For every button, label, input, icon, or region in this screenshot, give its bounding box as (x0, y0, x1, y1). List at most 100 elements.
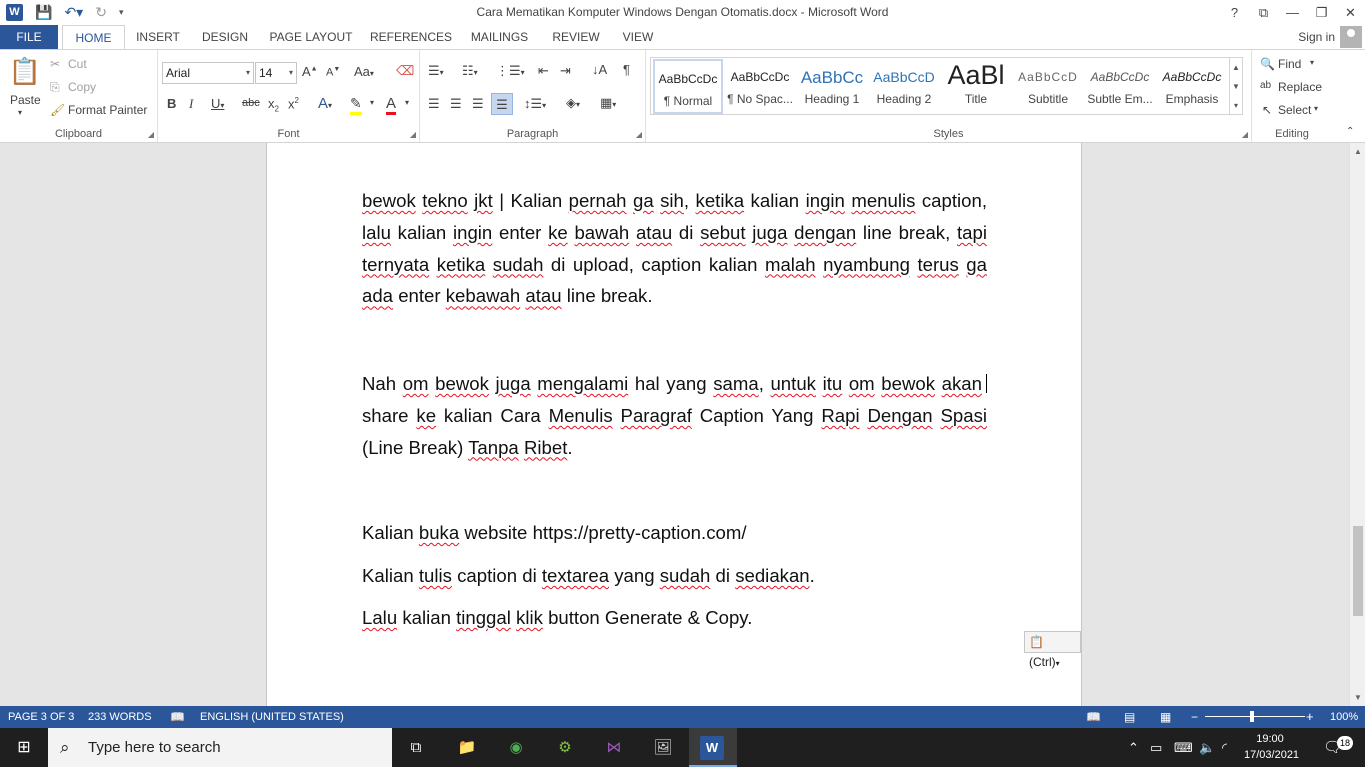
paragraph-step-3[interactable]: Lalu kalian tinggal klik button Generate… (362, 602, 987, 634)
numbering-icon[interactable]: ☷▾ (462, 63, 478, 79)
borders-icon[interactable]: ▦▾ (600, 95, 616, 111)
grow-font-icon[interactable]: A▲ (302, 64, 318, 79)
style-heading-1[interactable]: AaBbCc Heading 1 (797, 59, 867, 114)
cut-button[interactable]: Cut (68, 57, 87, 71)
line-spacing-icon[interactable]: ↕☰▾ (524, 96, 546, 112)
font-size-combo[interactable]: 14 ▾ (255, 62, 297, 84)
select-button[interactable]: Select (1278, 103, 1311, 117)
visual-studio-icon[interactable]: ⋈ (602, 736, 626, 760)
change-case-icon[interactable]: Aa▾ (354, 64, 374, 79)
ribbon-display-options-button[interactable]: ⧉ (1249, 0, 1278, 25)
scroll-down-icon[interactable]: ▼ (1350, 693, 1365, 702)
font-launcher-icon[interactable]: ◢ (410, 130, 416, 139)
replace-button[interactable]: Replace (1278, 80, 1322, 94)
photos-icon[interactable]: 🖼 (651, 736, 675, 760)
font-name-combo[interactable]: Arial ▾ (162, 62, 254, 84)
bold-icon[interactable]: B (167, 96, 176, 111)
clear-formatting-icon[interactable]: ⌫ (396, 63, 414, 79)
chevron-up-icon[interactable]: ⌃ (1128, 728, 1139, 767)
help-button[interactable]: ? (1220, 0, 1249, 25)
styles-scroll-down-icon[interactable]: ▼ (1229, 77, 1242, 96)
bullets-icon[interactable]: ☰▾ (428, 63, 444, 79)
paragraph-step-2[interactable]: Kalian tulis caption di textarea yang su… (362, 560, 987, 592)
style-heading-2[interactable]: AaBbCcD Heading 2 (869, 59, 939, 114)
vertical-scrollbar[interactable]: ▲ ▼ (1349, 143, 1365, 706)
zoom-level[interactable]: 100% (1330, 706, 1358, 728)
ime-icon[interactable]: ⌨ (1174, 728, 1193, 767)
font-color-dropdown-icon[interactable]: ▾ (405, 98, 409, 107)
shading-icon[interactable]: ◈▾ (566, 95, 580, 111)
align-right-icon[interactable]: ☰ (472, 96, 484, 112)
page-count[interactable]: PAGE 3 OF 3 (8, 706, 74, 728)
font-color-icon[interactable]: A (386, 95, 397, 115)
paragraph-launcher-icon[interactable]: ◢ (636, 130, 642, 139)
underline-icon[interactable]: U▾ (211, 96, 224, 111)
text-effects-icon[interactable]: A▾ (318, 95, 332, 112)
zoom-out-icon[interactable]: − (1191, 706, 1198, 728)
style-subtle-emphasis[interactable]: AaBbCcDc Subtle Em... (1085, 59, 1155, 114)
wifi-icon[interactable]: ◜ (1222, 728, 1227, 767)
tab-file[interactable]: FILE (0, 25, 58, 49)
task-view-icon[interactable]: ⧉ (404, 736, 428, 760)
avatar[interactable] (1340, 26, 1362, 48)
style-normal[interactable]: AaBbCcDc ¶ Normal (653, 59, 723, 114)
style-title[interactable]: AaBl Title (941, 59, 1011, 114)
paragraph-nah[interactable]: Nah om bewok juga mengalami hal yang sam… (362, 368, 987, 463)
find-dropdown-icon[interactable]: ▾ (1310, 58, 1314, 67)
align-center-icon[interactable]: ☰ (450, 96, 462, 112)
tab-design[interactable]: DESIGN (196, 25, 254, 49)
format-painter-button[interactable]: Format Painter (68, 103, 147, 117)
word-taskbar-icon[interactable]: W (700, 736, 724, 760)
language-indicator[interactable]: ENGLISH (UNITED STATES) (200, 706, 344, 728)
subscript-icon[interactable]: x2 (268, 96, 279, 114)
copy-button[interactable]: Copy (68, 80, 96, 94)
tab-view[interactable]: VIEW (614, 25, 662, 49)
volume-icon[interactable]: 🔈 (1199, 728, 1215, 767)
highlight-dropdown-icon[interactable]: ▾ (370, 98, 374, 107)
word-count[interactable]: 233 WORDS (88, 706, 152, 728)
document-page[interactable]: bewok tekno jkt | Kalian pernah ga sih, … (266, 143, 1082, 706)
sort-icon[interactable]: ↓A (592, 62, 607, 77)
styles-more-icon[interactable]: ▾ (1229, 96, 1242, 115)
increase-indent-icon[interactable]: ⇥ (560, 63, 571, 79)
scroll-up-icon[interactable]: ▲ (1350, 147, 1365, 156)
paragraph-step-1[interactable]: Kalian buka website https://pretty-capti… (362, 517, 987, 549)
multilevel-list-icon[interactable]: ⋮☰▾ (496, 63, 525, 79)
zoom-slider[interactable] (1205, 716, 1305, 717)
shrink-font-icon[interactable]: A▼ (326, 66, 340, 79)
web-layout-icon[interactable]: ▦ (1160, 706, 1171, 728)
scroll-thumb[interactable] (1353, 526, 1363, 616)
strikethrough-icon[interactable]: abc (242, 97, 260, 109)
close-button[interactable]: ✕ (1336, 0, 1365, 25)
styles-launcher-icon[interactable]: ◢ (1242, 130, 1248, 139)
paste-options-button[interactable]: 📋 (Ctrl)▾ (1024, 631, 1081, 669)
windows-start-icon[interactable]: ⊞ (12, 736, 36, 760)
sign-in-link[interactable]: Sign in (1298, 25, 1335, 49)
paste-button[interactable]: Paste (10, 93, 41, 107)
italic-icon[interactable]: I (189, 96, 193, 112)
tab-insert[interactable]: INSERT (128, 25, 188, 49)
styles-scroll-up-icon[interactable]: ▲ (1229, 58, 1242, 77)
restore-button[interactable]: ❐ (1307, 0, 1336, 25)
file-explorer-icon[interactable]: 📁 (455, 736, 479, 760)
taskbar-search[interactable]: ⌕ Type here to search (48, 728, 392, 767)
proofing-icon[interactable]: 📖 (170, 706, 185, 728)
zoom-in-icon[interactable]: + (1306, 706, 1314, 728)
find-button[interactable]: Find (1278, 57, 1301, 71)
align-left-icon[interactable]: ☰ (428, 96, 440, 112)
zoom-slider-thumb[interactable] (1250, 711, 1254, 722)
tab-page-layout[interactable]: PAGE LAYOUT (262, 25, 360, 49)
style-subtitle[interactable]: AaBbCcD Subtitle (1013, 59, 1083, 114)
read-mode-icon[interactable]: 📖 (1086, 706, 1101, 728)
clipboard-launcher-icon[interactable]: ◢ (148, 130, 154, 139)
tab-mailings[interactable]: MAILINGS (462, 25, 537, 49)
paste-dropdown-icon[interactable]: ▾ (18, 108, 22, 117)
clock[interactable]: 19:00 17/03/2021 (1244, 731, 1299, 763)
collapse-ribbon-icon[interactable]: ⌃ (1346, 126, 1354, 137)
paragraph-intro[interactable]: bewok tekno jkt | Kalian pernah ga sih, … (362, 185, 987, 312)
tab-review[interactable]: REVIEW (546, 25, 606, 49)
justify-icon[interactable]: ☰ (491, 93, 513, 115)
decrease-indent-icon[interactable]: ⇤ (538, 63, 549, 79)
show-marks-icon[interactable]: ¶ (623, 62, 630, 77)
style-emphasis[interactable]: AaBbCcDc Emphasis (1157, 59, 1227, 114)
